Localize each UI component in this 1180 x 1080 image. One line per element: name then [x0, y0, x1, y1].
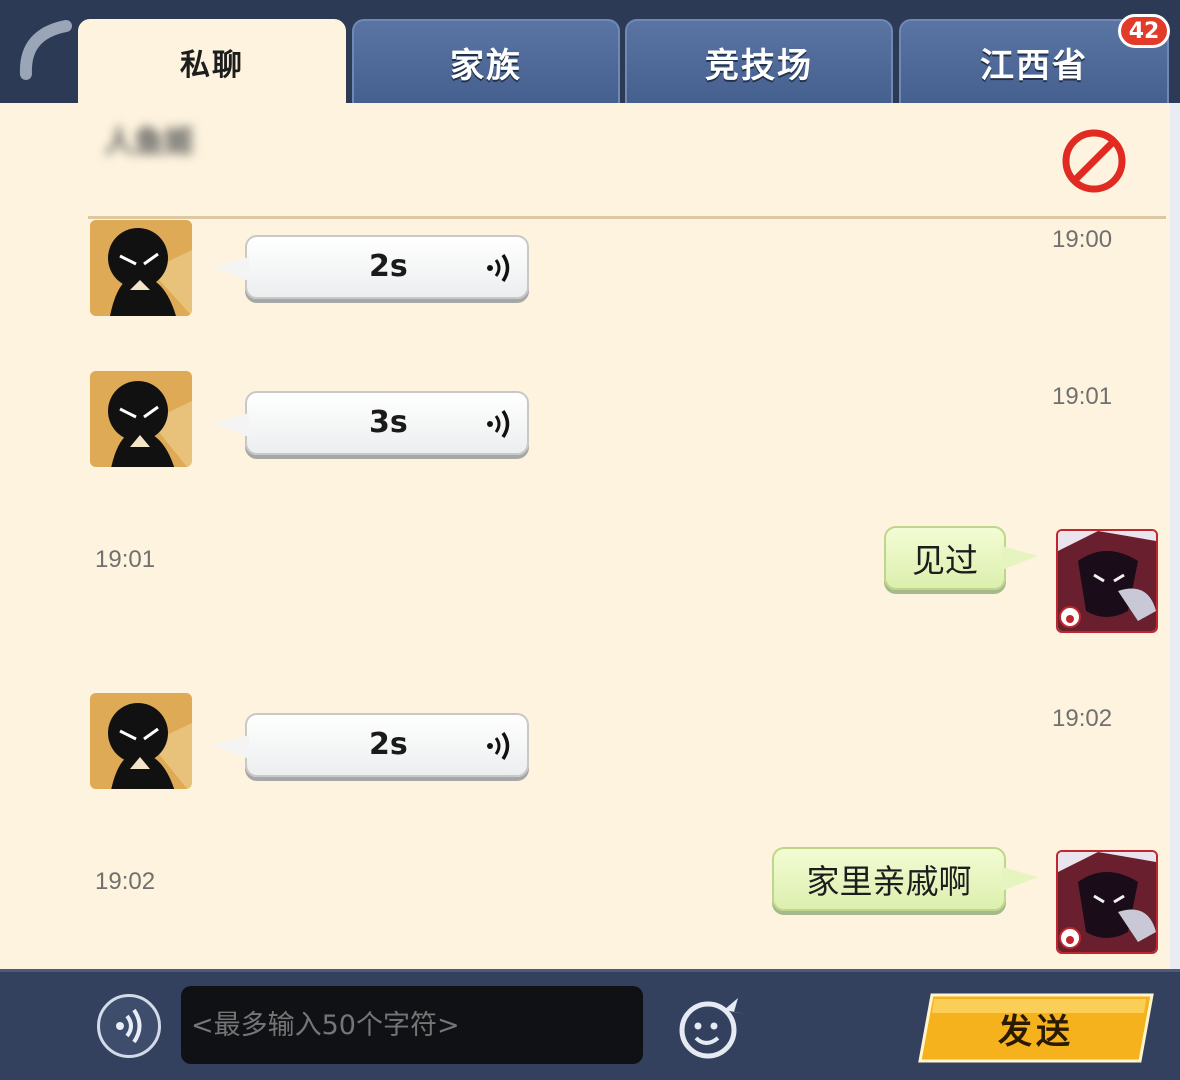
contact-avatar[interactable]	[90, 693, 192, 789]
message-time: 19:02	[1052, 705, 1113, 732]
contact-avatar[interactable]	[90, 371, 192, 467]
voice-wave-icon	[487, 410, 510, 438]
chat-message-input[interactable]	[181, 986, 643, 1064]
tab-arena[interactable]: 竞技场	[625, 19, 893, 103]
tab-bar: 私聊 家族 竞技场 江西省 42	[0, 0, 1180, 103]
message-time: 19:00	[1052, 226, 1113, 253]
chat-panel: 人鱼姬 2s 19:00 3s 19:01 19:01 见过 2s 19:02 …	[0, 103, 1170, 969]
self-avatar[interactable]	[1056, 850, 1158, 954]
voice-message-bubble[interactable]: 3s	[213, 391, 529, 455]
message-text: 见过	[912, 541, 978, 580]
tab-private-chat[interactable]: 私聊	[78, 19, 346, 103]
back-arc-icon[interactable]	[14, 16, 78, 80]
voice-message-bubble[interactable]: 2s	[213, 235, 529, 299]
send-label: 发送	[998, 1011, 1074, 1052]
voice-duration: 2s	[369, 727, 408, 762]
self-message-bubble[interactable]: 见过	[884, 526, 1038, 590]
voice-wave-icon	[487, 254, 510, 282]
send-button[interactable]: 发送	[918, 993, 1154, 1063]
voice-message-bubble[interactable]: 2s	[213, 713, 529, 777]
message-text: 家里亲戚啊	[806, 862, 972, 901]
emoji-icon[interactable]	[676, 990, 750, 1060]
contact-name: 人鱼姬	[104, 125, 194, 160]
mic-icon	[116, 1008, 142, 1044]
voice-duration: 2s	[369, 249, 408, 284]
voice-input-button[interactable]	[97, 994, 161, 1058]
self-message-bubble[interactable]: 家里亲戚啊	[772, 847, 1038, 911]
self-avatar[interactable]	[1056, 529, 1158, 633]
message-time: 19:01	[95, 546, 156, 573]
unread-badge: 42	[1118, 14, 1170, 48]
voice-wave-icon	[487, 732, 510, 760]
header-divider	[88, 216, 1166, 219]
tab-family[interactable]: 家族	[352, 19, 620, 103]
voice-duration: 3s	[369, 405, 408, 440]
block-icon[interactable]	[1060, 127, 1128, 195]
message-time: 19:01	[1052, 383, 1113, 410]
scroll-strip[interactable]	[1170, 103, 1180, 969]
contact-avatar[interactable]	[90, 220, 192, 316]
message-time: 19:02	[95, 868, 156, 895]
